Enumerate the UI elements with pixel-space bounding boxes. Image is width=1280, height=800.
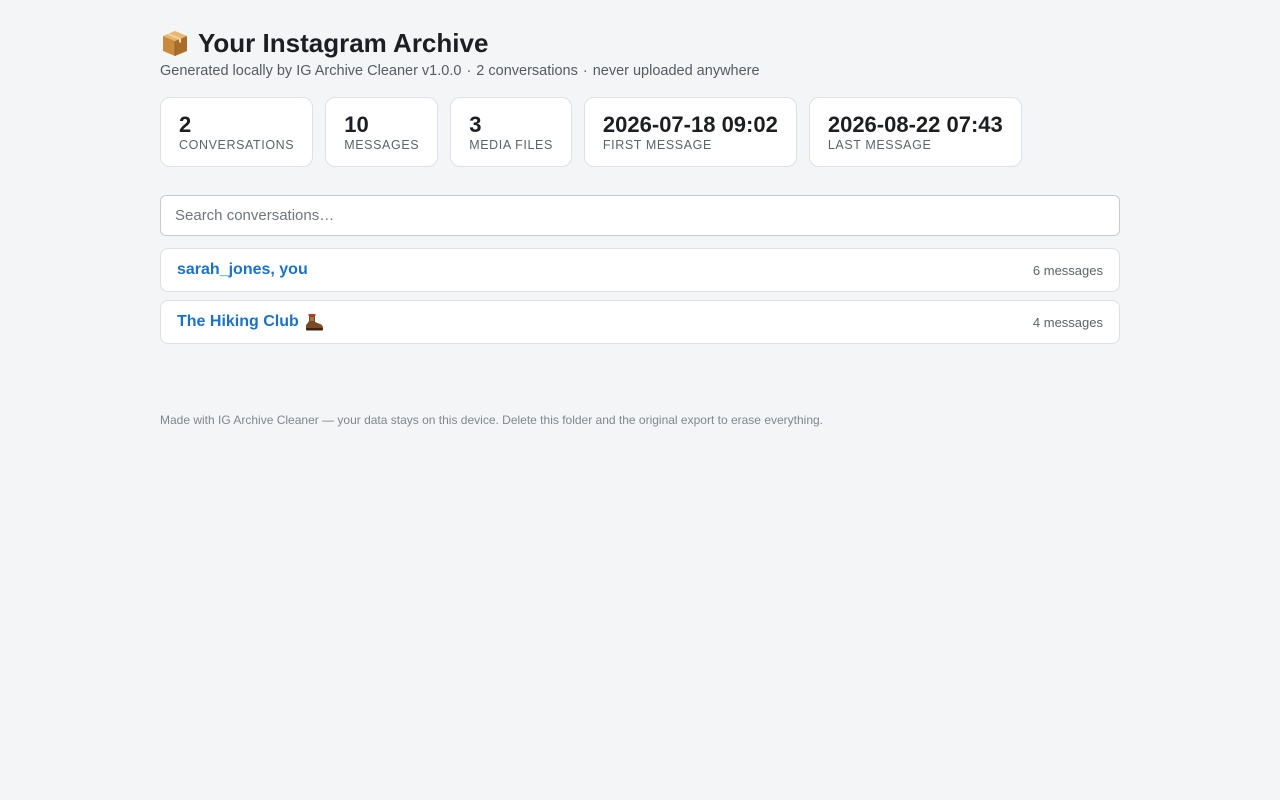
stat-label: First message [602,138,712,152]
conversation-name: sarah_jones, you [177,261,308,278]
conversation-link[interactable]: sarah_jones, you [177,261,308,279]
message-count: 6 messages [1032,262,1103,278]
conversation-link[interactable]: The Hiking Club [177,313,324,331]
page-subtitle: Generated locally by IG Archive Cleaner … [160,62,760,80]
footer-note: Made with IG Archive Cleaner — your data… [160,413,824,427]
page-title: Your Instagram Archive [198,28,489,58]
conversation-item-sarah-jones[interactable]: sarah_jones, you 6 messages [160,248,1120,292]
conversation-name: The Hiking Club [177,313,299,330]
stat-label: Last message [827,138,932,152]
stat-card-media-files: 3 Media files [450,97,572,167]
conversation-item-hiking-club[interactable]: The Hiking Club 4 messages [160,300,1120,344]
stat-value: 2 [179,112,192,137]
stat-label: Media files [469,138,553,152]
conversation-list: sarah_jones, you 6 messages The Hiking C… [160,248,1120,352]
stat-label: Messages [344,138,420,152]
subtitle-generator: Generated locally by IG Archive Cleaner … [160,63,462,79]
stat-card-first-message: 2026-07-18 09:02 First message [583,97,797,167]
hiking-boot-icon [304,313,324,331]
stats-row: 2 Conversations 10 Messages 3 Media file… [160,97,1022,167]
subtitle-separator: · [582,63,588,79]
stat-label: Conversations [179,138,295,152]
message-count: 4 messages [1032,314,1103,330]
subtitle-privacy-note: never uploaded anywhere [592,63,760,79]
stat-card-messages: 10 Messages [325,97,439,167]
subtitle-separator: · [466,63,472,79]
stat-value: 3 [469,112,482,137]
stat-card-last-message: 2026-08-22 07:43 Last message [808,97,1022,167]
stat-value: 2026-08-22 07:43 [827,112,1003,137]
search-input[interactable] [160,195,1120,236]
stat-card-conversations: 2 Conversations [160,97,314,167]
package-icon [160,28,190,58]
stat-value: 10 [344,112,369,137]
stat-value: 2026-07-18 09:02 [602,112,778,137]
header: Your Instagram Archive [160,26,488,60]
subtitle-conversation-count: 2 conversations [476,63,578,79]
